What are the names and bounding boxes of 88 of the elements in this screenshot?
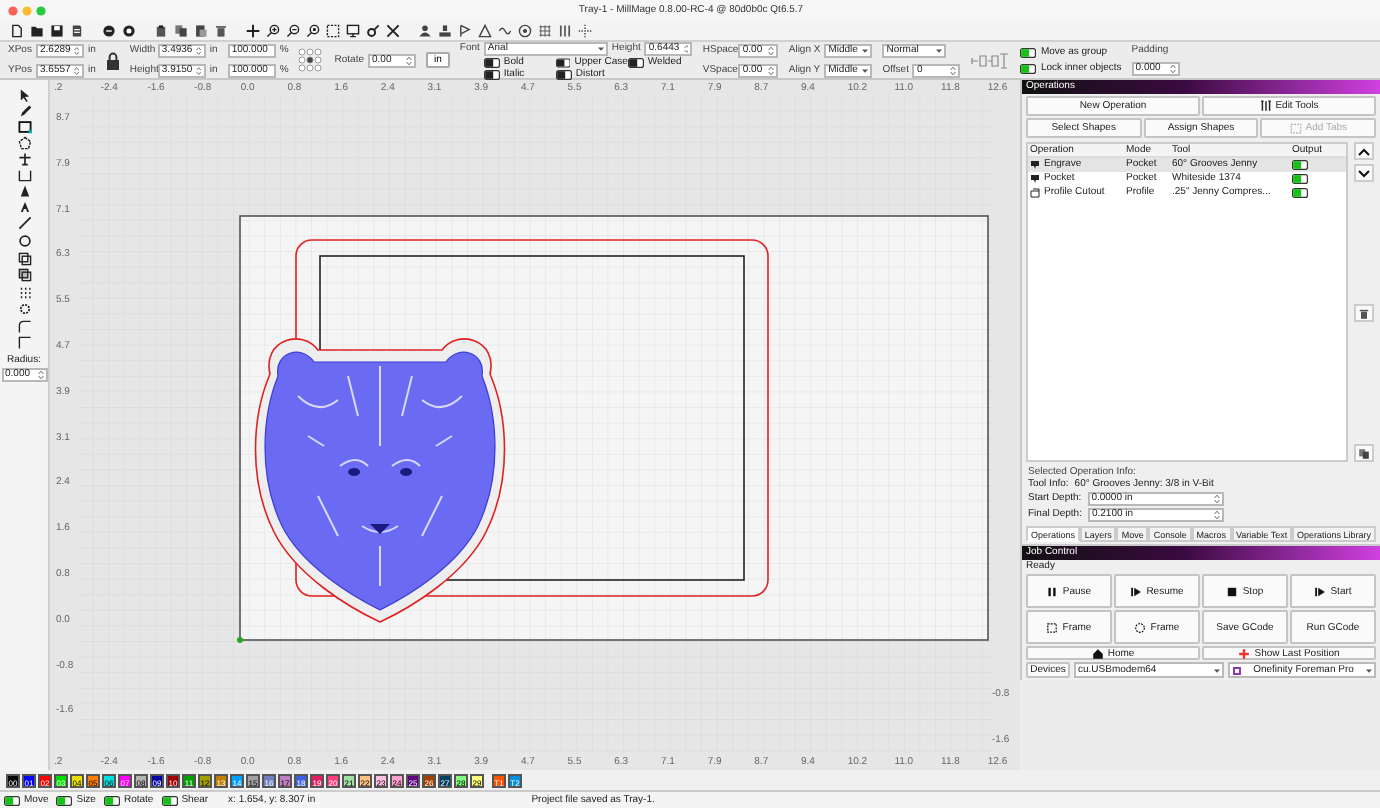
square-corner-icon[interactable] xyxy=(17,336,31,350)
toggle-switch[interactable] xyxy=(56,795,73,805)
toggle-switch[interactable] xyxy=(161,795,178,805)
zoom-in-icon[interactable] xyxy=(266,23,280,37)
move-up-button[interactable] xyxy=(1354,142,1374,160)
trash-icon[interactable] xyxy=(214,23,228,37)
dashed-square-icon xyxy=(1046,621,1059,633)
circle-tool-icon[interactable] xyxy=(17,234,31,248)
toggle-switch[interactable] xyxy=(103,795,120,805)
trash-icon xyxy=(1358,307,1370,319)
dot-grid-icon[interactable] xyxy=(17,286,31,300)
chevron-up-icon xyxy=(1358,147,1370,155)
dotted-cross-icon[interactable] xyxy=(578,23,592,37)
spinner-icon[interactable] xyxy=(196,45,202,55)
grid-icon[interactable] xyxy=(538,23,552,37)
save-icon[interactable] xyxy=(50,23,64,37)
copy-button[interactable] xyxy=(1354,444,1374,462)
spinner-icon[interactable] xyxy=(1169,63,1176,73)
ring-icon[interactable] xyxy=(122,23,136,37)
new-file-icon[interactable] xyxy=(10,23,24,37)
lock-icon[interactable] xyxy=(105,51,120,69)
anchor-grid-icon[interactable] xyxy=(298,47,325,73)
line-icon[interactable] xyxy=(17,216,31,230)
copy-shape-icon[interactable] xyxy=(17,252,31,266)
clipboard-icon[interactable] xyxy=(154,23,168,37)
flag-icon[interactable] xyxy=(458,23,472,37)
target-icon[interactable] xyxy=(518,23,532,37)
merge-icon[interactable] xyxy=(17,268,31,282)
triangle-icon[interactable] xyxy=(478,23,492,37)
move-down-button[interactable] xyxy=(1354,164,1374,182)
toggle-switch[interactable] xyxy=(1292,160,1308,170)
origin-marker xyxy=(237,637,243,643)
delete-button[interactable] xyxy=(1354,304,1374,322)
spinner-icon[interactable] xyxy=(1213,510,1220,520)
toggle-switch[interactable] xyxy=(555,69,572,79)
select-arrow-icon[interactable] xyxy=(17,88,31,102)
caret-icon xyxy=(936,47,943,53)
toggle-switch[interactable] xyxy=(483,69,500,79)
person-icon[interactable] xyxy=(418,23,432,37)
spinner-icon[interactable] xyxy=(683,43,689,53)
toggle-switch[interactable] xyxy=(1292,174,1308,184)
spinner-icon[interactable] xyxy=(1213,494,1220,504)
toggle-switch[interactable] xyxy=(555,57,571,67)
document-icon[interactable] xyxy=(70,23,84,37)
paste-icon[interactable] xyxy=(194,23,208,37)
toggle-switch[interactable] xyxy=(1020,63,1037,73)
bars-icon[interactable] xyxy=(558,23,572,37)
play-icon xyxy=(1314,585,1327,597)
chevron-down-icon xyxy=(1358,169,1370,177)
spinner-icon[interactable] xyxy=(196,65,202,75)
toggle-switch[interactable] xyxy=(627,57,644,67)
spinner-icon[interactable] xyxy=(74,45,80,55)
caret-icon xyxy=(1366,667,1372,673)
close-button[interactable] xyxy=(8,5,18,15)
resume-icon xyxy=(1130,585,1143,597)
toggle-switch[interactable] xyxy=(4,795,20,805)
caret-icon xyxy=(862,67,869,73)
spinner-icon[interactable] xyxy=(768,65,775,75)
spinner-icon[interactable] xyxy=(768,45,775,55)
stop-icon xyxy=(1226,585,1239,597)
pen-icon[interactable] xyxy=(17,104,31,118)
text-icon[interactable] xyxy=(17,200,31,214)
spinner-icon[interactable] xyxy=(950,65,957,75)
rectangle-icon[interactable] xyxy=(17,120,31,134)
plus-icon xyxy=(1238,647,1251,659)
zoom-out-icon[interactable] xyxy=(286,23,300,37)
copy-icon[interactable] xyxy=(174,23,188,37)
zoom-fit-icon[interactable] xyxy=(306,23,320,37)
toggle-switch[interactable] xyxy=(483,57,500,67)
stamp-icon[interactable] xyxy=(438,23,452,37)
caret-icon xyxy=(862,47,869,53)
pause-icon xyxy=(1046,585,1059,597)
rounded-corner-icon[interactable] xyxy=(17,320,31,334)
move-cross-icon[interactable] xyxy=(246,23,260,37)
spinner-icon[interactable] xyxy=(37,370,43,380)
toggle-switch[interactable] xyxy=(1292,188,1308,198)
dashed-square-icon[interactable] xyxy=(326,23,340,37)
toggle-switch[interactable] xyxy=(1020,47,1037,57)
spinner-icon[interactable] xyxy=(406,55,412,65)
dashed-circle-icon xyxy=(1134,621,1147,633)
spinner-icon[interactable] xyxy=(74,65,80,75)
monitor-icon[interactable] xyxy=(346,23,360,37)
machine-icon xyxy=(1231,665,1241,675)
caret-icon xyxy=(1213,667,1219,673)
circle-icon[interactable] xyxy=(102,23,116,37)
outline-shape-icon xyxy=(1030,188,1040,198)
copy-icon xyxy=(1358,447,1370,459)
wave-icon[interactable] xyxy=(498,23,512,37)
